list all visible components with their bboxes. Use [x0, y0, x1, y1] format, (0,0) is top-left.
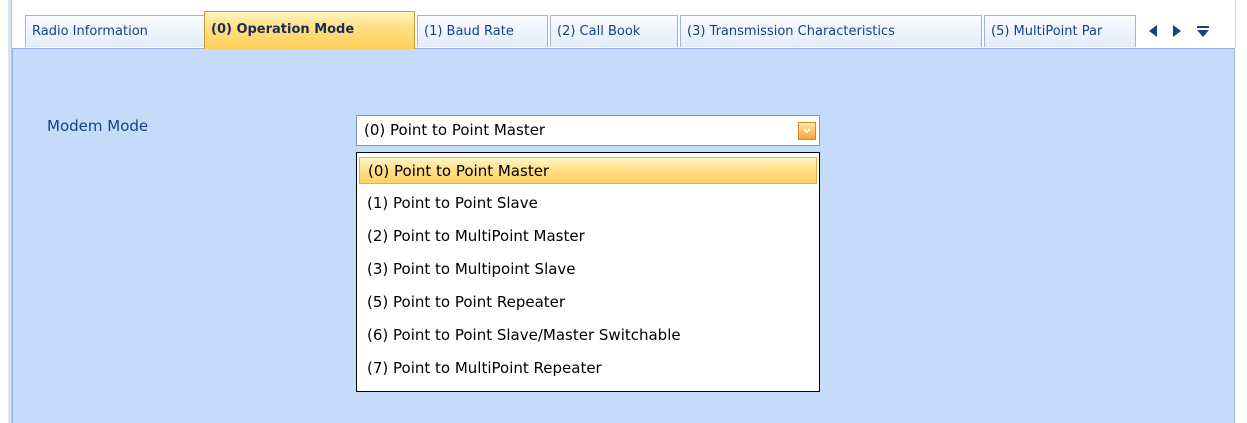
chevron-down-icon[interactable]	[798, 122, 816, 140]
tab-transmission-characteristics[interactable]: (3) Transmission Characteristics	[680, 15, 982, 47]
tab-baud-rate[interactable]: (1) Baud Rate	[417, 15, 548, 47]
dropdown-option-point-to-point-repeater[interactable]: (5) Point to Point Repeater	[359, 289, 817, 316]
tab-operation-mode[interactable]: (0) Operation Mode	[204, 11, 415, 49]
dropdown-option-point-to-multipoint-repeater[interactable]: (7) Point to MultiPoint Repeater	[359, 355, 817, 382]
tab-strip: Radio Information (0) Operation Mode (1)…	[12, 0, 1236, 49]
triangle-right-icon[interactable]	[1166, 18, 1188, 44]
dropdown-option-point-to-multipoint-slave[interactable]: (3) Point to Multipoint Slave	[359, 256, 817, 283]
overflow-menu-icon[interactable]	[1192, 18, 1214, 44]
modem-mode-combobox[interactable]: (0) Point to Point Master	[356, 115, 820, 146]
modem-mode-label: Modem Mode	[47, 117, 149, 135]
dropdown-option-slave-master-switchable[interactable]: (6) Point to Point Slave/Master Switchab…	[359, 322, 817, 349]
triangle-left-icon[interactable]	[1142, 18, 1164, 44]
tab-radio-information[interactable]: Radio Information	[25, 15, 214, 47]
modem-mode-value: (0) Point to Point Master	[364, 121, 546, 139]
tab-multipoint-parameters[interactable]: (5) MultiPoint Par	[984, 15, 1136, 47]
dropdown-option-point-to-multipoint-master[interactable]: (2) Point to MultiPoint Master	[359, 223, 817, 250]
modem-mode-dropdown-list: (0) Point to Point Master (1) Point to P…	[356, 152, 820, 392]
dropdown-option-point-to-point-slave[interactable]: (1) Point to Point Slave	[359, 190, 817, 217]
dropdown-option-point-to-point-master[interactable]: (0) Point to Point Master	[359, 157, 817, 184]
tab-call-book[interactable]: (2) Call Book	[550, 15, 678, 47]
